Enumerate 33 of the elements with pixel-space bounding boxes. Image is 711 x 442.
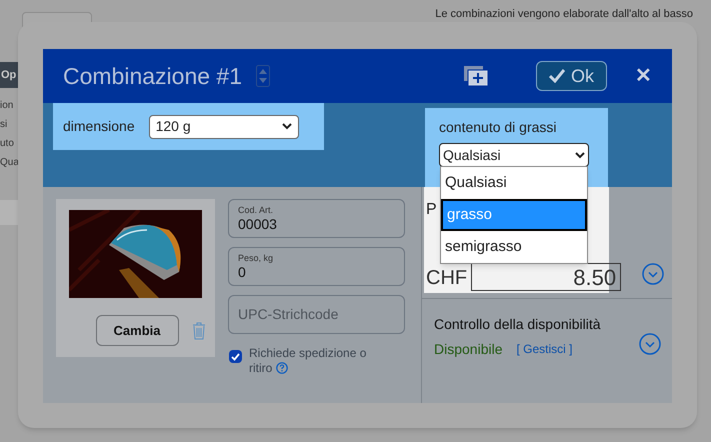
close-icon[interactable]: ✕ xyxy=(635,66,652,86)
availability-status: Disponibile xyxy=(434,340,502,359)
background-text: si xyxy=(0,118,8,132)
add-copy-icon[interactable] xyxy=(464,66,488,86)
size-label: dimensione xyxy=(63,117,135,136)
shipping-label: Richiede spedizione o ritiro xyxy=(249,346,368,376)
ok-button[interactable]: Ok xyxy=(536,61,607,91)
help-icon[interactable] xyxy=(276,362,288,374)
availability-title: Controllo della disponibilità xyxy=(434,315,602,334)
checkbox[interactable] xyxy=(229,350,242,363)
dialog-title: Combinazione #1 xyxy=(63,62,242,91)
background-text: ion xyxy=(0,99,14,113)
text-field[interactable]: Peso, kg 0 xyxy=(228,247,405,286)
background-text: uto xyxy=(0,137,15,151)
change-button[interactable]: Cambia xyxy=(96,315,178,346)
price-label: P xyxy=(426,200,437,220)
caret-icon xyxy=(282,123,292,130)
dropdown-option[interactable]: Qualsiasi xyxy=(441,167,587,199)
size-select[interactable]: 120 g xyxy=(148,114,299,138)
checkmark-icon xyxy=(548,69,565,83)
currency-label: CHF xyxy=(426,266,468,291)
background-text: Qua xyxy=(0,156,19,170)
trash-icon[interactable] xyxy=(192,322,206,340)
fat-select[interactable]: Qualsiasi xyxy=(439,143,589,167)
fat-label: contenuto di grassi xyxy=(439,118,558,137)
dropdown-option[interactable]: semigrasso xyxy=(441,231,587,263)
text-field[interactable]: Cod. Art. 00003 xyxy=(228,199,405,238)
spinner-icon[interactable] xyxy=(256,65,270,87)
chevron-down-icon[interactable] xyxy=(639,333,661,355)
chevron-down-icon[interactable] xyxy=(642,263,664,285)
background-note: Le combinazioni vengono elaborate dall'alto al basso xyxy=(435,7,693,22)
checkmark-icon xyxy=(231,352,240,360)
caret-icon xyxy=(575,152,585,158)
